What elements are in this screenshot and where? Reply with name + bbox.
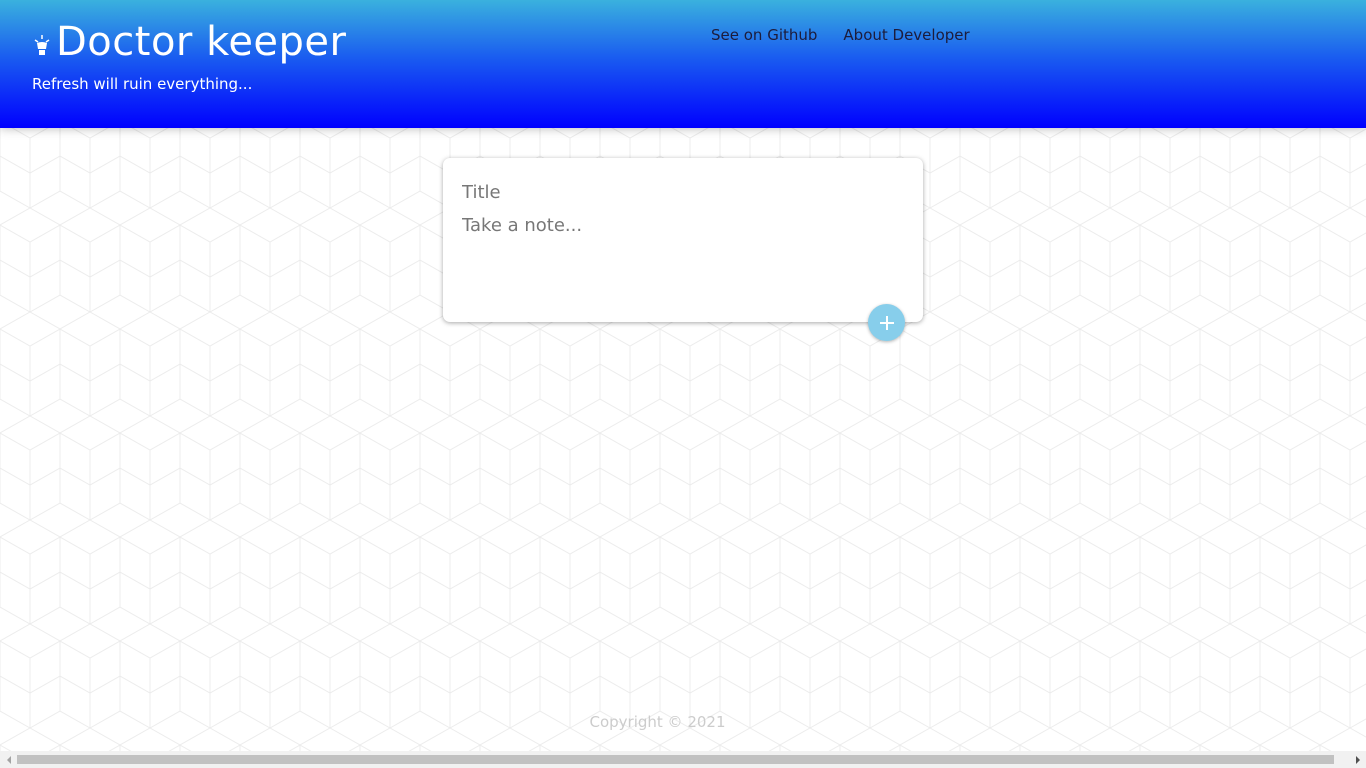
nav-github-link[interactable]: See on Github xyxy=(711,26,817,44)
scroll-left-arrow-icon[interactable] xyxy=(0,751,17,768)
plus-icon xyxy=(879,315,894,330)
tagline: Refresh will ruin everything... xyxy=(32,75,253,93)
add-note-button[interactable] xyxy=(868,304,905,341)
note-form xyxy=(443,158,923,322)
top-nav: See on Github About Developer xyxy=(711,26,970,44)
footer: Copyright © 2021 xyxy=(0,713,1366,731)
note-body-input[interactable] xyxy=(462,215,902,295)
scrollbar-thumb[interactable] xyxy=(17,755,1334,764)
copyright-text: Copyright © 2021 xyxy=(589,713,726,731)
scroll-right-arrow-icon[interactable] xyxy=(1349,751,1366,768)
horizontal-scrollbar[interactable] xyxy=(0,751,1366,768)
nav-about-developer-link[interactable]: About Developer xyxy=(843,26,969,44)
brand: Doctor keeper xyxy=(32,18,346,66)
app-header: Doctor keeper Refresh will ruin everythi… xyxy=(0,0,1366,128)
lightbulb-icon xyxy=(34,35,50,55)
note-title-input[interactable] xyxy=(462,178,902,206)
app-title: Doctor keeper xyxy=(56,19,347,65)
